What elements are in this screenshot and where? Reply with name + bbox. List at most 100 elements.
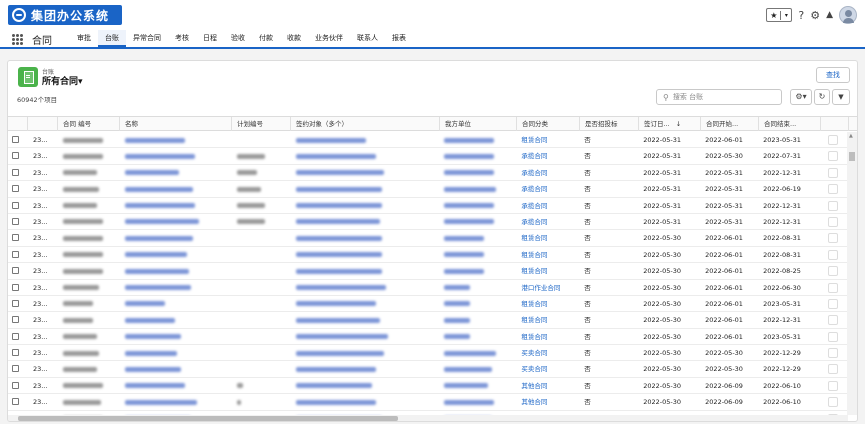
row-action-cell[interactable] <box>820 132 848 147</box>
scroll-thumb[interactable] <box>18 416 398 421</box>
contract-name-cell[interactable] <box>120 312 232 327</box>
tab-5[interactable]: 验收 <box>224 30 252 47</box>
column-header-6[interactable]: 我方单位 <box>440 117 517 131</box>
category-cell[interactable]: 港口作业合同 <box>516 280 579 295</box>
category-cell[interactable]: 承揽合同 <box>516 148 579 163</box>
category-cell[interactable]: 租赁合同 <box>516 296 579 311</box>
counterparty-cell[interactable] <box>291 247 440 262</box>
row-checkbox[interactable] <box>12 168 19 176</box>
favorites-button[interactable]: ★ ▾ <box>766 8 793 22</box>
table-row[interactable]: 23... 其他合同 否 2022-05-30 2022-06-09 2022-06-10 <box>8 394 848 411</box>
app-launcher-icon[interactable] <box>12 34 23 45</box>
filter-button[interactable]: ▼ <box>832 89 850 105</box>
our-unit-cell[interactable] <box>439 198 516 213</box>
row-checkbox[interactable] <box>12 365 19 373</box>
contract-name-cell[interactable] <box>120 329 232 344</box>
cell-text[interactable]: 其他合同 <box>521 382 547 390</box>
counterparty-cell[interactable] <box>291 230 440 245</box>
row-action-button[interactable] <box>828 331 839 342</box>
our-unit-cell[interactable] <box>439 148 516 163</box>
category-cell[interactable]: 买卖合同 <box>516 361 579 376</box>
column-header-7[interactable]: 合同分类 <box>517 117 580 131</box>
row-checkbox[interactable] <box>12 283 19 291</box>
cell-text[interactable]: 买卖合同 <box>521 349 547 357</box>
row-action-cell[interactable] <box>820 230 848 245</box>
contract-name-cell[interactable] <box>120 165 232 180</box>
table-row[interactable]: 23... 租赁合同 否 2022-05-30 2022-06-01 2022-12-31 <box>8 312 848 329</box>
row-checkbox[interactable] <box>12 267 19 275</box>
row-checkbox[interactable] <box>12 136 19 143</box>
our-unit-cell[interactable] <box>439 230 516 245</box>
table-row[interactable]: 23... 其他合同 否 2022-05-30 2022-06-09 2022-06-10 <box>8 378 848 395</box>
row-action-button[interactable] <box>828 249 839 260</box>
row-action-cell[interactable] <box>820 394 848 409</box>
cell-text[interactable]: 租赁合同 <box>521 251 547 259</box>
row-action-cell[interactable] <box>820 148 848 163</box>
row-checkbox-cell[interactable] <box>8 148 28 163</box>
row-checkbox-cell[interactable] <box>8 132 28 147</box>
row-action-cell[interactable] <box>820 247 848 262</box>
row-action-button[interactable] <box>828 298 839 309</box>
our-unit-cell[interactable] <box>439 329 516 344</box>
row-checkbox[interactable] <box>12 185 19 193</box>
table-row[interactable]: 23... 租赁合同 否 2022-05-31 2022-06-01 2023-05-31 <box>8 132 848 149</box>
row-checkbox-cell[interactable] <box>8 280 28 295</box>
row-action-cell[interactable] <box>820 181 848 196</box>
row-checkbox-cell[interactable] <box>8 230 28 245</box>
cell-text[interactable]: 租赁合同 <box>521 333 547 341</box>
contract-name-cell[interactable] <box>120 132 232 147</box>
view-selector[interactable]: 所有合同▾ <box>42 74 83 87</box>
list-settings-button[interactable]: ⚙▾ <box>790 89 812 105</box>
row-action-button[interactable] <box>828 200 839 211</box>
contract-name-cell[interactable] <box>120 181 232 196</box>
table-row[interactable]: 23... 买卖合同 否 2022-05-30 2022-05-30 2022-12-29 <box>8 361 848 378</box>
our-unit-cell[interactable] <box>439 394 516 409</box>
our-unit-cell[interactable] <box>439 214 516 229</box>
row-action-cell[interactable] <box>820 345 848 360</box>
row-action-button[interactable] <box>828 151 839 162</box>
counterparty-cell[interactable] <box>291 296 440 311</box>
avatar[interactable] <box>839 6 857 24</box>
horizontal-scrollbar[interactable] <box>8 415 848 421</box>
row-checkbox[interactable] <box>12 299 19 307</box>
row-checkbox[interactable] <box>12 152 19 160</box>
counterparty-cell[interactable] <box>291 378 440 393</box>
row-action-cell[interactable] <box>820 312 848 327</box>
tab-10[interactable]: 报表 <box>385 30 413 47</box>
contract-name-cell[interactable] <box>120 247 232 262</box>
contract-name-cell[interactable] <box>120 296 232 311</box>
row-checkbox-cell[interactable] <box>8 394 28 409</box>
table-row[interactable]: 23... 租赁合同 否 2022-05-30 2022-06-01 2022-08-31 <box>8 247 848 264</box>
contract-name-cell[interactable] <box>120 280 232 295</box>
category-cell[interactable]: 租赁合同 <box>516 312 579 327</box>
column-header-2[interactable]: 合同 编号 <box>58 117 120 131</box>
row-action-button[interactable] <box>828 135 839 145</box>
tab-1[interactable]: 台账 <box>98 30 126 47</box>
row-checkbox[interactable] <box>12 201 19 209</box>
category-cell[interactable]: 承揽合同 <box>516 165 579 180</box>
sort-arrow-icon[interactable]: ↓ <box>676 120 681 128</box>
row-checkbox-cell[interactable] <box>8 198 28 213</box>
table-row[interactable]: 23... 承揽合同 否 2022-05-31 2022-05-31 2022-06-19 <box>8 181 848 198</box>
counterparty-cell[interactable] <box>291 312 440 327</box>
counterparty-cell[interactable] <box>291 148 440 163</box>
counterparty-cell[interactable] <box>291 345 440 360</box>
table-row[interactable]: 23... 承揽合同 否 2022-05-31 2022-05-30 2022-07-31 <box>8 148 848 165</box>
table-row[interactable]: 23... 租赁合同 否 2022-05-30 2022-06-01 2023-05-31 <box>8 296 848 313</box>
our-unit-cell[interactable] <box>439 280 516 295</box>
column-header-11[interactable]: 合同结束... <box>759 117 821 131</box>
tab-8[interactable]: 业务伙伴 <box>308 30 350 47</box>
category-cell[interactable]: 其他合同 <box>516 394 579 409</box>
row-action-button[interactable] <box>828 266 839 277</box>
row-checkbox-cell[interactable] <box>8 296 28 311</box>
contract-name-cell[interactable] <box>120 361 232 376</box>
row-checkbox[interactable] <box>12 332 19 340</box>
scroll-thumb[interactable] <box>849 152 855 161</box>
contract-name-cell[interactable] <box>120 394 232 409</box>
category-cell[interactable]: 租赁合同 <box>516 132 579 147</box>
cell-text[interactable]: 其他合同 <box>521 398 547 406</box>
table-row[interactable]: 23... 港口作业合同 否 2022-05-30 2022-06-01 2022-06-… <box>8 280 848 296</box>
our-unit-cell[interactable] <box>439 181 516 196</box>
row-checkbox-cell[interactable] <box>8 247 28 262</box>
table-row[interactable]: 23... 买卖合同 否 2022-05-30 2022-05-30 2022-12-29 <box>8 345 848 362</box>
